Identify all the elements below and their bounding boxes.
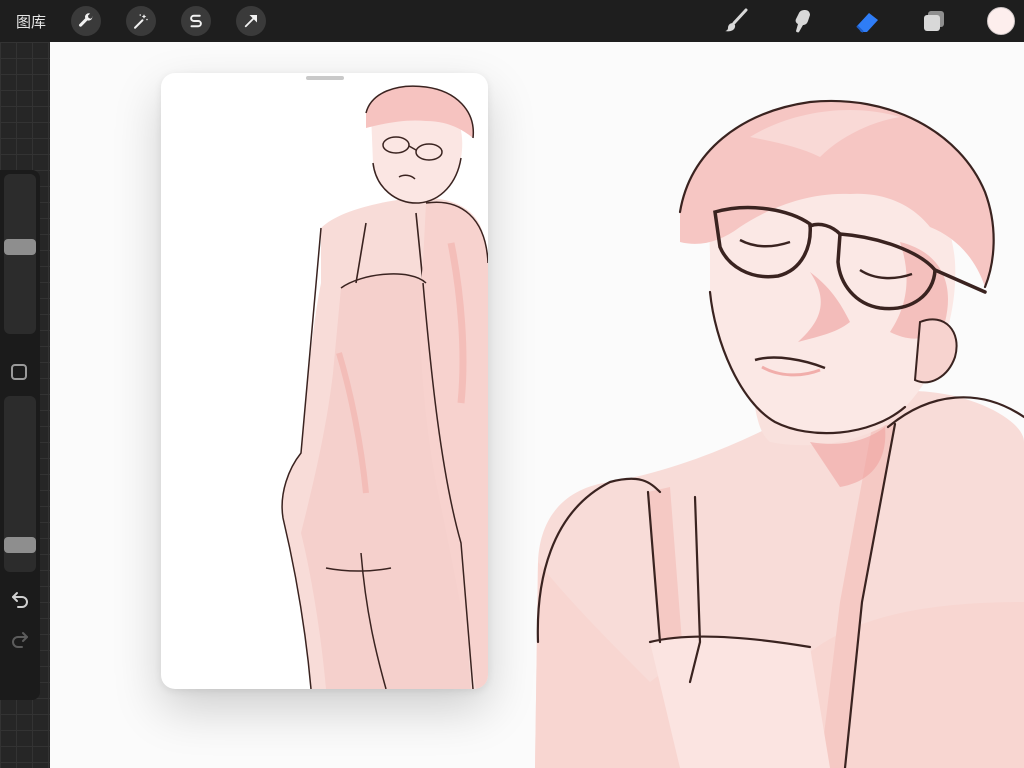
layers-button[interactable] [919,6,949,36]
top-toolbar: 图库 [0,0,1024,42]
undo-icon[interactable] [9,588,31,610]
brush-icon [725,8,748,32]
color-picker-swatch[interactable] [987,7,1015,35]
drawing-canvas[interactable] [50,42,1024,768]
brush-size-slider-thumb[interactable] [4,239,36,255]
layers-icon [924,11,944,31]
brush-tool-button[interactable] [721,6,751,36]
smudge-icon [795,10,810,33]
transform-arrow-icon [244,15,257,28]
transform-button[interactable] [236,6,266,36]
reference-image [281,85,488,689]
selection-s-icon [190,14,202,28]
sidebar-panel [0,170,40,700]
eraser-icon [856,13,878,33]
gallery-button[interactable]: 图库 [16,11,46,32]
left-sidebar [0,42,50,768]
redo-icon[interactable] [9,628,31,650]
opacity-slider[interactable] [4,396,36,572]
wrench-icon [79,13,94,27]
modify-button[interactable] [11,364,27,380]
smudge-tool-button[interactable] [787,6,817,36]
opacity-slider-thumb[interactable] [4,537,36,553]
brush-size-slider[interactable] [4,174,36,334]
actions-wrench-button[interactable] [71,6,101,36]
selection-button[interactable] [181,6,211,36]
adjustments-wand-button[interactable] [126,6,156,36]
eraser-tool-button[interactable] [853,6,883,36]
reference-window[interactable] [161,73,488,689]
magic-wand-icon [134,14,148,29]
